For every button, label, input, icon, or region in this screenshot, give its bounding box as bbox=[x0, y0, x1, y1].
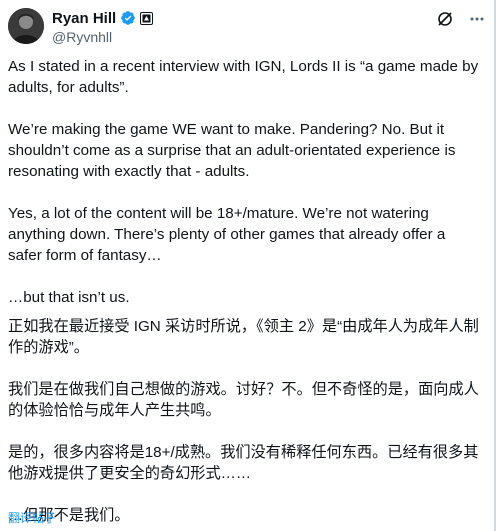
post-paragraph: …but that isn’t us. bbox=[8, 289, 130, 306]
post-text-translated: 正如我在最近接受 IGN 采访时所说，《领主 2》是“由成年人为成年人制作的游戏… bbox=[8, 316, 482, 526]
post-paragraph: 正如我在最近接受 IGN 采访时所说，《领主 2》是“由成年人为成年人制作的游戏… bbox=[8, 318, 479, 356]
name-row: Ryan Hill bbox=[52, 8, 154, 28]
translate-post-link[interactable]: 翻译帖子 bbox=[8, 509, 56, 526]
post-paragraph: We’re making the game WE want to make. P… bbox=[8, 121, 456, 180]
affiliate-badge-icon[interactable] bbox=[140, 11, 154, 25]
avatar-image bbox=[8, 8, 44, 44]
post-body: As I stated in a recent interview with I… bbox=[8, 56, 482, 526]
grok-icon[interactable] bbox=[436, 10, 454, 28]
post-card: Ryan Hill @Ryvnhll As I stated in a rece… bbox=[0, 0, 496, 531]
post-paragraph: …但那不是我们。 bbox=[8, 507, 130, 524]
post-paragraph: 我们是在做我们自己想做的游戏。讨好？不。但不奇怪的是，面向成人的体验恰恰与成年人… bbox=[8, 381, 479, 419]
post-paragraph: As I stated in a recent interview with I… bbox=[8, 58, 479, 96]
post-text-english: As I stated in a recent interview with I… bbox=[8, 56, 482, 308]
author-header: Ryan Hill @Ryvnhll bbox=[52, 8, 154, 45]
post-actions-top bbox=[436, 10, 486, 28]
avatar[interactable] bbox=[8, 8, 44, 44]
more-options-icon[interactable] bbox=[468, 10, 486, 28]
post-paragraph: Yes, a lot of the content will be 18+/ma… bbox=[8, 205, 446, 264]
verified-badge-icon[interactable] bbox=[120, 10, 136, 26]
author-handle[interactable]: @Ryvnhll bbox=[52, 29, 153, 45]
post-paragraph: 是的，很多内容将是18+/成熟。我们没有稀释任何东西。已经有很多其他游戏提供了更… bbox=[8, 444, 479, 482]
author-name[interactable]: Ryan Hill bbox=[52, 10, 116, 27]
